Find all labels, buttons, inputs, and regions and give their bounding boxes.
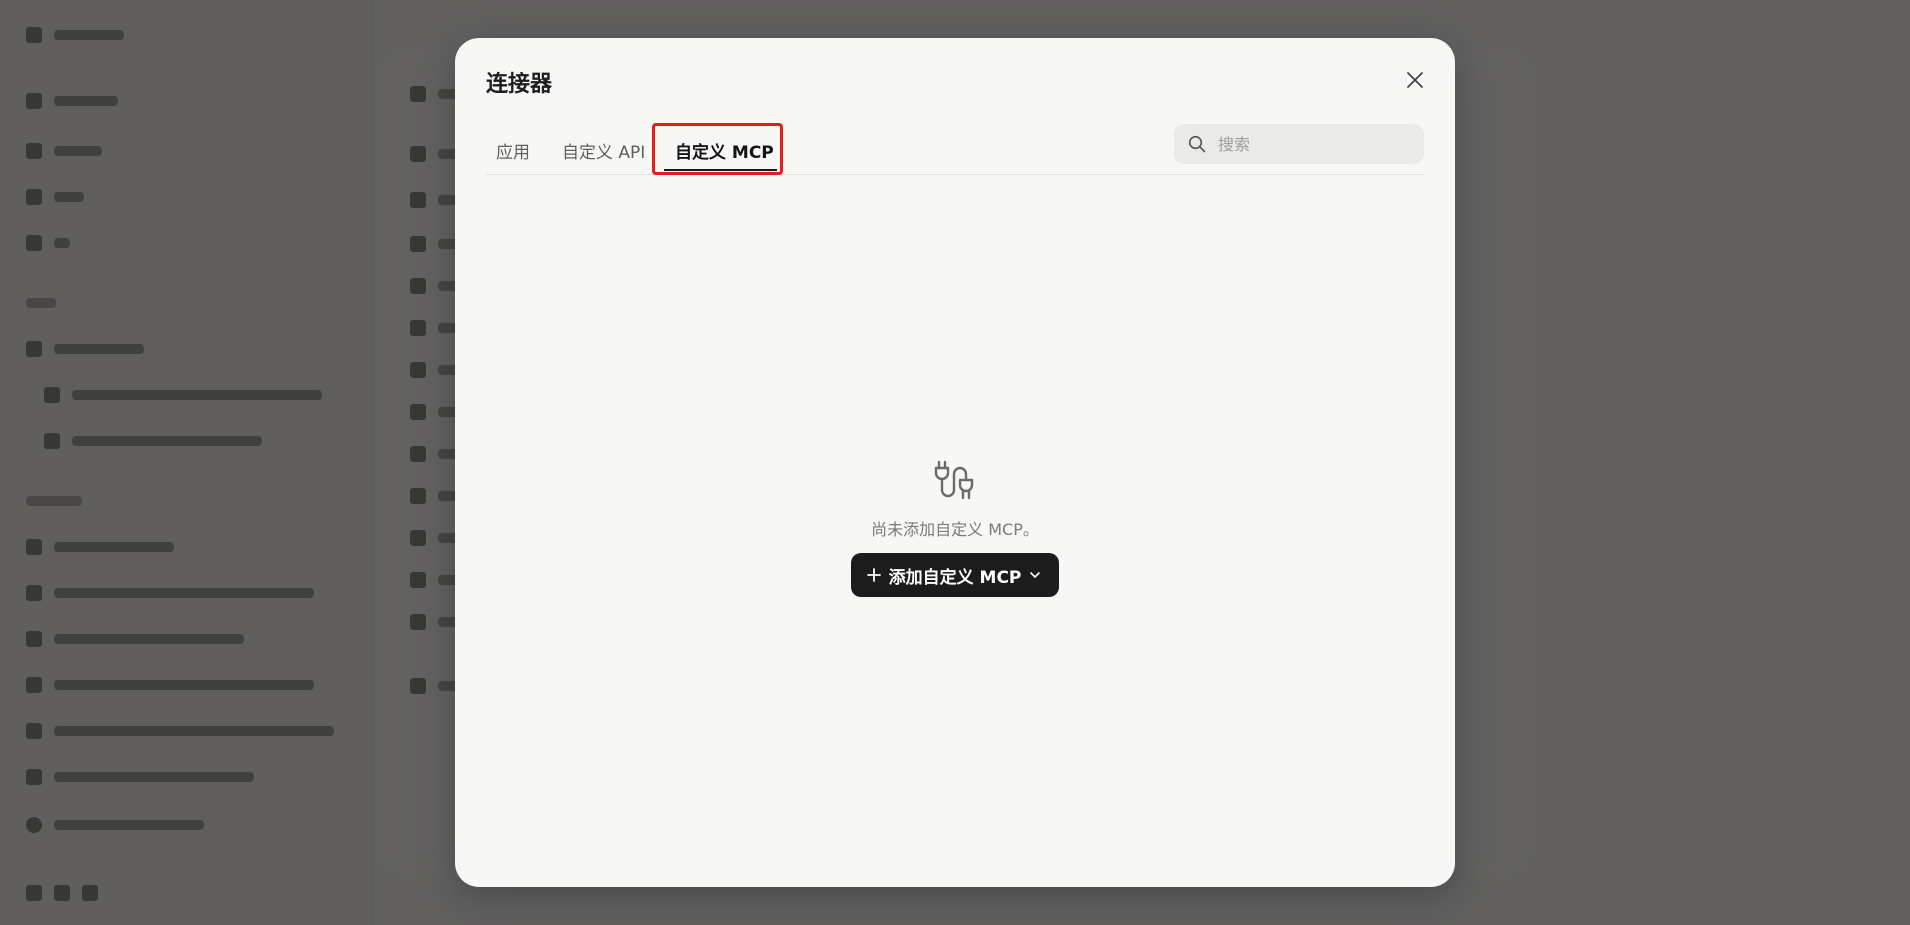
add-button-label: 添加自定义 MCP xyxy=(888,567,1022,588)
close-icon xyxy=(1407,72,1423,88)
tab-custom-api[interactable]: 自定义 API xyxy=(562,124,645,174)
chevron-down-icon xyxy=(1030,572,1041,578)
search-icon xyxy=(1188,135,1206,153)
active-tab-indicator xyxy=(664,169,777,171)
tab-apps[interactable]: 应用 xyxy=(496,124,530,174)
plug-connector-icon xyxy=(934,460,974,500)
search-field[interactable] xyxy=(1174,124,1424,164)
connectors-dialog: 连接器 应用 自定义 API 自定义 MCP 尚未添加自定义 MCP。 xyxy=(455,38,1455,887)
add-custom-mcp-button[interactable]: 添加自定义 MCP xyxy=(850,553,1060,597)
plus-icon xyxy=(866,568,881,582)
dialog-title: 连接器 xyxy=(486,72,553,97)
empty-state-message: 尚未添加自定义 MCP。 xyxy=(871,520,1039,539)
empty-state: 尚未添加自定义 MCP。 添加自定义 MCP xyxy=(455,458,1455,597)
tab-custom-mcp[interactable]: 自定义 MCP xyxy=(675,124,774,174)
close-button[interactable] xyxy=(1403,68,1427,92)
search-input[interactable] xyxy=(1216,133,1420,155)
